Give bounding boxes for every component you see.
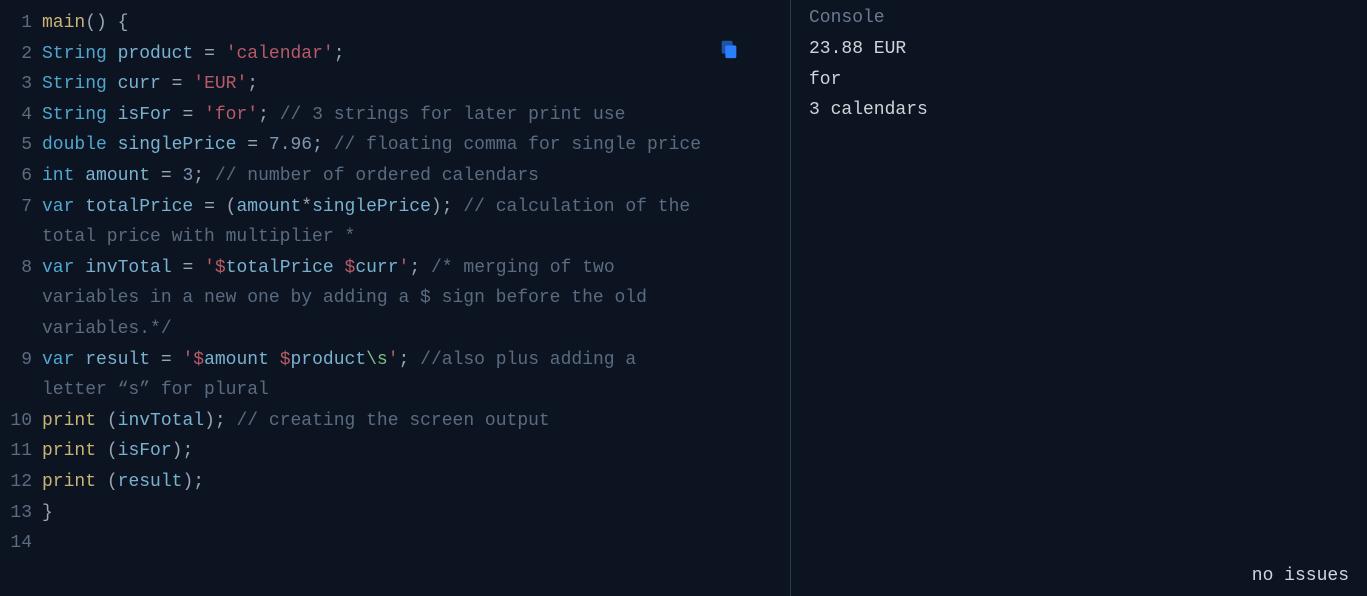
code-line[interactable]: 9var result = '$amount $product\s'; //al… xyxy=(0,345,790,406)
code-line[interactable]: 6int amount = 3; // number of ordered ca… xyxy=(0,161,790,192)
code-content[interactable]: String product = 'calendar'; xyxy=(42,39,425,70)
code-line[interactable]: 2String product = 'calendar'; xyxy=(0,39,790,70)
line-number: 11 xyxy=(0,436,42,467)
code-content[interactable]: int amount = 3; // number of ordered cal… xyxy=(42,161,619,192)
code-line[interactable]: 8var invTotal = '$totalPrice $curr'; /* … xyxy=(0,253,790,345)
console-output: 23.88 EUR for 3 calendars xyxy=(809,34,1349,126)
code-line[interactable]: 11print (isFor); xyxy=(0,436,790,467)
code-editor[interactable]: 1main() {2String product = 'calendar';3S… xyxy=(0,8,790,559)
code-content[interactable]: double singlePrice = 7.96; // floating c… xyxy=(42,130,781,161)
line-number: 5 xyxy=(0,130,42,161)
line-number: 1 xyxy=(0,8,42,39)
code-line[interactable]: 5double singlePrice = 7.96; // floating … xyxy=(0,130,790,161)
code-content[interactable]: print (result); xyxy=(42,467,284,498)
line-number: 3 xyxy=(0,69,42,100)
code-content[interactable]: var invTotal = '$totalPrice $curr'; /* m… xyxy=(42,253,790,345)
line-number: 13 xyxy=(0,498,42,529)
editor-pane[interactable]: 1main() {2String product = 'calendar';3S… xyxy=(0,0,790,596)
code-content[interactable]: main() { xyxy=(42,8,208,39)
line-number: 10 xyxy=(0,406,42,437)
code-content[interactable]: String isFor = 'for'; // 3 strings for l… xyxy=(42,100,705,131)
issues-status: no issues xyxy=(1252,566,1349,586)
line-number: 7 xyxy=(0,192,42,253)
code-content[interactable] xyxy=(42,528,122,559)
code-line[interactable]: 12print (result); xyxy=(0,467,790,498)
line-number: 8 xyxy=(0,253,42,345)
code-line[interactable]: 10print (invTotal); // creating the scre… xyxy=(0,406,790,437)
line-number: 14 xyxy=(0,528,42,559)
line-number: 6 xyxy=(0,161,42,192)
code-line[interactable]: 7var totalPrice = (amount*singlePrice); … xyxy=(0,192,790,253)
code-content[interactable]: print (invTotal); // creating the screen… xyxy=(42,406,630,437)
line-number: 4 xyxy=(0,100,42,131)
code-content[interactable]: print (isFor); xyxy=(42,436,273,467)
code-line[interactable]: 4String isFor = 'for'; // 3 strings for … xyxy=(0,100,790,131)
code-content[interactable]: } xyxy=(42,498,133,529)
line-number: 2 xyxy=(0,39,42,70)
code-line[interactable]: 1main() { xyxy=(0,8,790,39)
line-number: 12 xyxy=(0,467,42,498)
code-line[interactable]: 3String curr = 'EUR'; xyxy=(0,69,790,100)
code-content[interactable]: var result = '$amount $product\s'; //als… xyxy=(42,345,790,406)
code-line[interactable]: 13} xyxy=(0,498,790,529)
line-number: 9 xyxy=(0,345,42,406)
code-content[interactable]: String curr = 'EUR'; xyxy=(42,69,338,100)
console-title: Console xyxy=(809,8,1349,28)
code-content[interactable]: var totalPrice = (amount*singlePrice); /… xyxy=(42,192,790,253)
code-line[interactable]: 14 xyxy=(0,528,790,559)
console-pane: Console 23.88 EUR for 3 calendars no iss… xyxy=(790,0,1367,596)
copy-icon[interactable] xyxy=(718,38,740,60)
